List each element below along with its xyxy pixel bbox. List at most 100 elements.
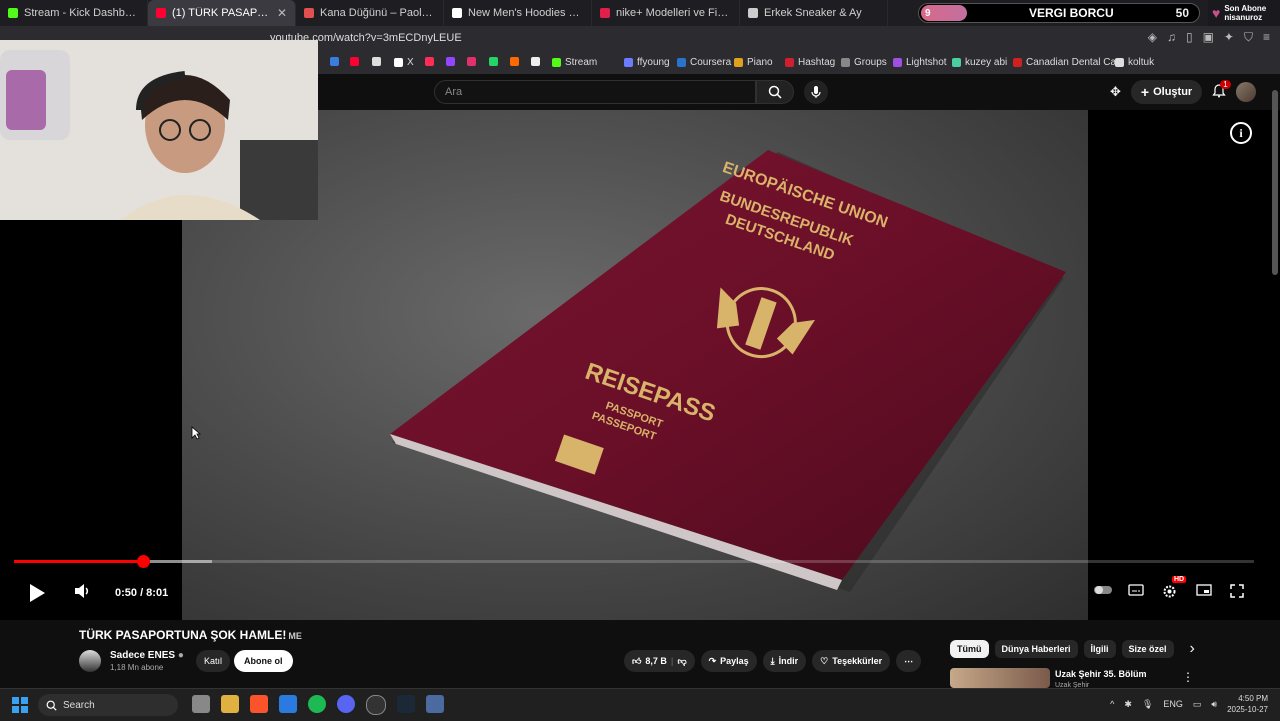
bookmark-item[interactable]: Hashtag bbox=[785, 57, 835, 68]
more-actions-button[interactable]: ⋯ bbox=[896, 650, 922, 672]
chip[interactable]: Size özel bbox=[1121, 640, 1174, 658]
chip[interactable]: İlgili bbox=[1083, 640, 1116, 658]
bookmark-item[interactable]: Stream bbox=[552, 57, 597, 68]
bookmark-item[interactable] bbox=[372, 57, 381, 66]
sidebar-icon[interactable]: ▯ bbox=[1186, 30, 1193, 45]
bookmark-item[interactable] bbox=[531, 57, 540, 66]
language-indicator[interactable]: ENG bbox=[1163, 699, 1183, 709]
bookmark-item[interactable] bbox=[425, 57, 434, 66]
share-button[interactable]: ↷ Paylaş bbox=[700, 650, 757, 672]
browser-tab[interactable]: Kana Düğünü – Paolo Veronese - Bra bbox=[296, 0, 444, 26]
search-input[interactable]: Ara bbox=[434, 80, 756, 104]
bookmark-item[interactable]: Coursera bbox=[677, 57, 731, 68]
brave-browser-icon[interactable] bbox=[250, 695, 268, 713]
notifications-button[interactable]: 1 bbox=[1212, 79, 1231, 101]
bookmark-item[interactable] bbox=[510, 57, 519, 66]
miniplayer-button[interactable] bbox=[1196, 584, 1212, 599]
bookmark-item[interactable]: X bbox=[394, 57, 414, 68]
tab-favicon-icon bbox=[600, 8, 610, 18]
microphone-icon bbox=[811, 86, 821, 98]
autoplay-toggle[interactable] bbox=[1094, 584, 1112, 598]
header-actions: ✥ + Oluştur 1 bbox=[1110, 79, 1257, 104]
chevron-right-icon[interactable]: › bbox=[1190, 640, 1195, 658]
miniplayer-icon bbox=[1196, 584, 1212, 596]
progress-scrubber-handle[interactable] bbox=[136, 555, 150, 568]
bookmark-item[interactable] bbox=[446, 57, 455, 66]
bookmark-item[interactable] bbox=[467, 57, 476, 66]
account-avatar[interactable] bbox=[1236, 82, 1257, 102]
bookmark-item[interactable]: ffyoung bbox=[624, 57, 670, 68]
music-icon[interactable]: ♫ bbox=[1167, 30, 1176, 45]
bookmark-item[interactable] bbox=[489, 57, 498, 66]
thanks-button[interactable]: ♡ Teşekkürler bbox=[812, 650, 891, 672]
channel-name[interactable]: Sadece ENES ● bbox=[110, 650, 184, 661]
steam-icon[interactable] bbox=[397, 695, 415, 713]
bookmark-favicon-icon bbox=[394, 58, 403, 67]
join-button[interactable]: Katıl bbox=[196, 650, 231, 672]
page-scrollbar[interactable] bbox=[1272, 90, 1278, 275]
chevron-up-icon[interactable]: ^ bbox=[1110, 699, 1114, 709]
obs-icon[interactable] bbox=[366, 695, 386, 715]
bookmark-item[interactable]: Piano bbox=[734, 57, 773, 68]
subscribe-button[interactable]: Abone ol bbox=[234, 650, 293, 672]
bookmark-item[interactable]: Lightshot bbox=[893, 57, 947, 68]
bookmark-favicon-icon bbox=[425, 57, 434, 66]
clock[interactable]: 4:50 PM 2025-10-27 bbox=[1227, 693, 1268, 715]
bookmark-item[interactable] bbox=[350, 57, 359, 66]
bookmark-item[interactable]: koltuk bbox=[1115, 57, 1154, 68]
volume-icon[interactable] bbox=[74, 583, 92, 599]
bluetooth-icon[interactable]: ✱ bbox=[1124, 699, 1132, 710]
like-dislike-button[interactable]: 👍︎ 8,7 B | 👎︎ bbox=[624, 650, 695, 672]
speaker-icon[interactable]: 🔊︎ bbox=[1211, 699, 1217, 710]
fullscreen-icon bbox=[1230, 584, 1244, 598]
tab-close-icon[interactable]: ✕ bbox=[277, 6, 287, 20]
bookmark-item[interactable] bbox=[330, 57, 339, 66]
browser-tab[interactable]: Stream - Kick Dashboard bbox=[0, 0, 148, 26]
browser-tab[interactable]: nike+ Modelleri ve Fiyatları | Boyner bbox=[592, 0, 740, 26]
divider: | bbox=[670, 656, 674, 666]
more-vert-icon[interactable]: ⋮ bbox=[1182, 670, 1194, 684]
bookmark-label: X bbox=[407, 57, 414, 68]
play-icon[interactable] bbox=[28, 583, 46, 603]
recommendation-title[interactable]: Uzak Şehir 35. Bölüm bbox=[1055, 669, 1147, 679]
spotify-icon[interactable] bbox=[308, 695, 326, 713]
cast-icon[interactable]: ✥ bbox=[1110, 84, 1121, 100]
shield-icon[interactable]: ⛉ bbox=[1244, 30, 1253, 45]
chip[interactable]: Tümü bbox=[950, 640, 989, 658]
recommendation-thumbnail[interactable] bbox=[950, 668, 1050, 688]
settings-button[interactable] bbox=[1162, 584, 1177, 602]
taskbar-search-label: Search bbox=[63, 699, 95, 711]
taskbar-search[interactable]: Search bbox=[38, 694, 178, 716]
menu-icon[interactable]: ≡ bbox=[1263, 30, 1270, 45]
subtitles-button[interactable] bbox=[1128, 584, 1144, 599]
bookmark-item[interactable]: Groups bbox=[841, 57, 887, 68]
progress-bar[interactable] bbox=[14, 555, 1254, 568]
bookmark-item[interactable]: Canadian Dental Ca... bbox=[1013, 57, 1124, 68]
info-icon[interactable]: i bbox=[1230, 122, 1252, 144]
bookmark-item[interactable]: kuzey abi bbox=[952, 57, 1007, 68]
browser-tab[interactable]: Erkek Sneaker & Ay bbox=[740, 0, 888, 26]
microphone-icon[interactable]: 🎙︎ bbox=[1142, 699, 1153, 710]
extension-icon[interactable]: ◈ bbox=[1148, 30, 1157, 45]
bookmark-favicon-icon bbox=[1013, 58, 1022, 67]
chip[interactable]: Dünya Haberleri bbox=[994, 640, 1078, 658]
create-button[interactable]: + Oluştur bbox=[1130, 80, 1203, 104]
leo-icon[interactable]: ✦ bbox=[1224, 30, 1234, 45]
windows-start-icon[interactable] bbox=[12, 697, 28, 713]
task-view-icon[interactable] bbox=[192, 695, 210, 713]
search-button[interactable] bbox=[756, 80, 794, 104]
file-explorer-icon[interactable] bbox=[221, 695, 239, 713]
thumbs-down-icon[interactable]: 👎︎ bbox=[677, 656, 686, 667]
fullscreen-button[interactable] bbox=[1230, 584, 1244, 601]
network-icon[interactable]: ▭ bbox=[1193, 699, 1202, 710]
discord-icon[interactable] bbox=[337, 695, 355, 713]
voice-search-button[interactable] bbox=[804, 80, 828, 104]
browser-tab[interactable]: (1) TÜRK PASAPORTUNA ŞOK ✕ bbox=[148, 0, 296, 26]
download-button[interactable]: ⤓ İndir bbox=[762, 650, 807, 672]
wallet-icon[interactable]: ▣ bbox=[1203, 30, 1214, 45]
browser-tab[interactable]: New Men's Hoodies & Sweatshirts, N bbox=[444, 0, 592, 26]
channel-avatar[interactable] bbox=[79, 650, 101, 672]
video-actions: 👍︎ 8,7 B | 👎︎ ↷ Paylaş ⤓ İndir ♡ Teşekkürler… bbox=[624, 650, 922, 672]
photos-icon[interactable] bbox=[279, 695, 297, 713]
calculator-icon[interactable] bbox=[426, 695, 444, 713]
